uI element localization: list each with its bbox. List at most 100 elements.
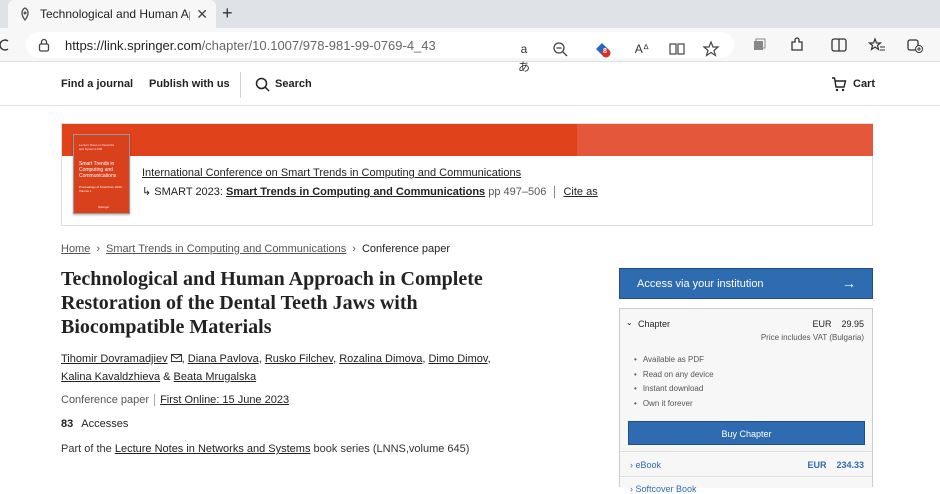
series-link[interactable]: Lecture Notes in Networks and Systems	[115, 443, 311, 455]
conference-link[interactable]: International Conference on Smart Trends…	[142, 167, 521, 179]
cover-publisher-text: Springer	[98, 205, 110, 209]
add-collection-icon[interactable]	[906, 36, 924, 54]
ebook-option[interactable]: › eBook EUR 234.33	[620, 453, 872, 477]
breadcrumb-home[interactable]: Home	[61, 243, 90, 255]
extension-badge-count: 8	[603, 48, 607, 55]
accesses-count: 83	[61, 418, 74, 430]
ebook-price: EUR 234.33	[807, 460, 864, 470]
cover-subtitle-text: Proceedings of SmartCom 2023, Volume 1	[79, 185, 123, 193]
ebook-option-label: › eBook	[630, 460, 661, 470]
favorite-star-icon[interactable]	[702, 40, 720, 58]
breadcrumb: Home › Smart Trends in Computing and Commu…	[61, 243, 450, 255]
price-value: 29.95	[841, 319, 864, 329]
url-host: https://link.springer.com	[65, 38, 202, 53]
lock-icon[interactable]	[38, 38, 50, 52]
publish-with-us-link[interactable]: Publish with us	[149, 78, 230, 90]
author-link[interactable]: Beata Mrugalska	[174, 371, 257, 383]
feature-item: Instant download	[634, 384, 714, 399]
author-link[interactable]: Rusko Filchev	[265, 353, 333, 365]
arrow-right-icon: →	[842, 275, 856, 291]
nav-divider	[240, 72, 241, 98]
find-journal-link[interactable]: Find a journal	[61, 78, 133, 90]
chevron-down-icon[interactable]: ⌄	[626, 318, 633, 327]
book-series-line: ↳ SMART 2023: Smart Trends in Computing …	[142, 185, 598, 199]
url-box[interactable]: https://link.springer.com/chapter/10.100…	[26, 32, 734, 74]
publication-meta: Conference paper First Online: 15 June 20…	[61, 394, 289, 407]
part-of-prefix: Part of the	[61, 443, 112, 455]
currency: EUR	[812, 319, 832, 329]
author-list: Tihomir Dovramadjiev , Diana Pavlova, Ru…	[61, 353, 491, 383]
author-link[interactable]: Tihomir Dovramadjiev	[61, 353, 168, 365]
book-cover-image[interactable]: Lecture Notes in Networks and Systems 64…	[73, 134, 130, 214]
search-icon[interactable]	[255, 77, 270, 92]
first-online-link[interactable]: First Online: 15 June 2023	[160, 394, 289, 406]
book-banner: Lecture Notes in Networks and Systems 64…	[61, 123, 873, 226]
cite-as-link[interactable]: Cite as	[563, 186, 597, 198]
institution-access-button[interactable]: Access via your institution →	[619, 268, 873, 299]
read-aloud-icon[interactable]: A͏ᐞ	[633, 40, 651, 58]
price-value: 234.33	[836, 460, 864, 470]
cover-title-text: Smart Trends in Computing and Communicat…	[79, 161, 117, 179]
banner-color-bar-right	[577, 124, 873, 156]
vat-note: Price includes VAT (Bulgaria)	[760, 333, 864, 342]
zoom-out-icon[interactable]	[551, 40, 569, 58]
divider	[154, 394, 156, 407]
split-screen-icon[interactable]	[830, 36, 848, 54]
page-range: pp 497–506	[488, 186, 547, 198]
buy-chapter-button[interactable]: Buy Chapter	[628, 421, 865, 445]
cart-icon[interactable]	[831, 77, 847, 92]
url-text[interactable]: https://link.springer.com/chapter/10.100…	[65, 38, 436, 53]
collections-icon[interactable]	[750, 36, 768, 54]
series-suffix: book series (LNNS,volume 645)	[313, 443, 470, 455]
extensions-puzzle-icon[interactable]	[788, 36, 806, 54]
author-link[interactable]: Rozalina Dimova	[339, 353, 422, 365]
ebook-label: eBook	[635, 460, 662, 470]
author-link[interactable]: Diana Pavlova	[188, 353, 259, 365]
tab-close-icon[interactable]: ✕	[196, 6, 208, 23]
extension-badge-icon[interactable]	[593, 40, 611, 58]
accesses-label: Accesses	[81, 418, 129, 430]
chapter-option-label[interactable]: Chapter	[638, 319, 670, 329]
chevron-right-icon: ›	[96, 243, 101, 255]
browser-tab-bar: Technological and Human Approach in Comp…	[0, 0, 940, 28]
chevron-right-icon: ›	[352, 243, 356, 255]
read-aloud-language-icon[interactable]: aあ	[515, 40, 533, 74]
chapter-purchase-panel: ⌄ Chapter EUR 29.95 Price includes VAT (B…	[620, 309, 872, 452]
chapter-price: EUR 29.95	[812, 319, 864, 329]
search-link[interactable]: Search	[275, 78, 312, 90]
tab-title: Technological and Human Approach in Comp…	[40, 7, 190, 21]
springer-favicon-icon	[21, 7, 29, 21]
page-title: Technological and Human Approach in Comp…	[61, 268, 483, 338]
cover-series-text: Lecture Notes in Networks and Systems 64…	[79, 143, 115, 151]
breadcrumb-current: Conference paper	[361, 243, 451, 255]
refresh-icon[interactable]	[0, 38, 10, 52]
immersive-reader-icon[interactable]	[668, 40, 686, 58]
url-path: /chapter/10.1007/978-981-99-0769-4_43	[201, 38, 436, 53]
banner-color-bar	[62, 124, 577, 156]
new-tab-icon[interactable]: +	[222, 3, 233, 24]
divider	[554, 186, 556, 199]
email-icon[interactable]	[170, 354, 182, 362]
access-metrics: 83 Accesses	[61, 418, 128, 430]
part-of-series: Part of the Lecture Notes in Networks an…	[61, 443, 469, 455]
address-toolbar: https://link.springer.com/chapter/10.100…	[0, 28, 940, 74]
author-link[interactable]: Dimo Dimov	[428, 353, 487, 365]
buy-box: ⌄ Chapter EUR 29.95 Price includes VAT (B…	[619, 308, 873, 494]
breadcrumb-book[interactable]: Smart Trends in Computing and Communicat…	[106, 243, 346, 255]
author-link[interactable]: Kalina Kavaldzhieva	[61, 371, 160, 383]
softcover-option-label: › Softcover Book	[630, 484, 697, 494]
chevron-right-icon: ›	[630, 460, 633, 470]
feature-item: Own it forever	[634, 399, 714, 414]
book-title-link[interactable]: Smart Trends in Computing and Communicat…	[226, 186, 485, 198]
content-type: Conference paper	[61, 394, 150, 406]
currency: EUR	[807, 460, 827, 470]
site-header: Find a journal Publish with us Search Ca…	[0, 62, 940, 106]
author-conjunction: &	[163, 371, 171, 383]
browser-tab[interactable]: Technological and Human Approach in Comp…	[8, 0, 216, 28]
sub-arrow-icon: ↳	[142, 186, 152, 198]
feature-item: Available as PDF	[634, 355, 714, 370]
favorites-list-icon[interactable]	[868, 36, 886, 54]
cart-link[interactable]: Cart	[853, 78, 875, 90]
conference-prefix: SMART 2023:	[154, 186, 223, 198]
chevron-right-icon: ›	[630, 484, 633, 494]
